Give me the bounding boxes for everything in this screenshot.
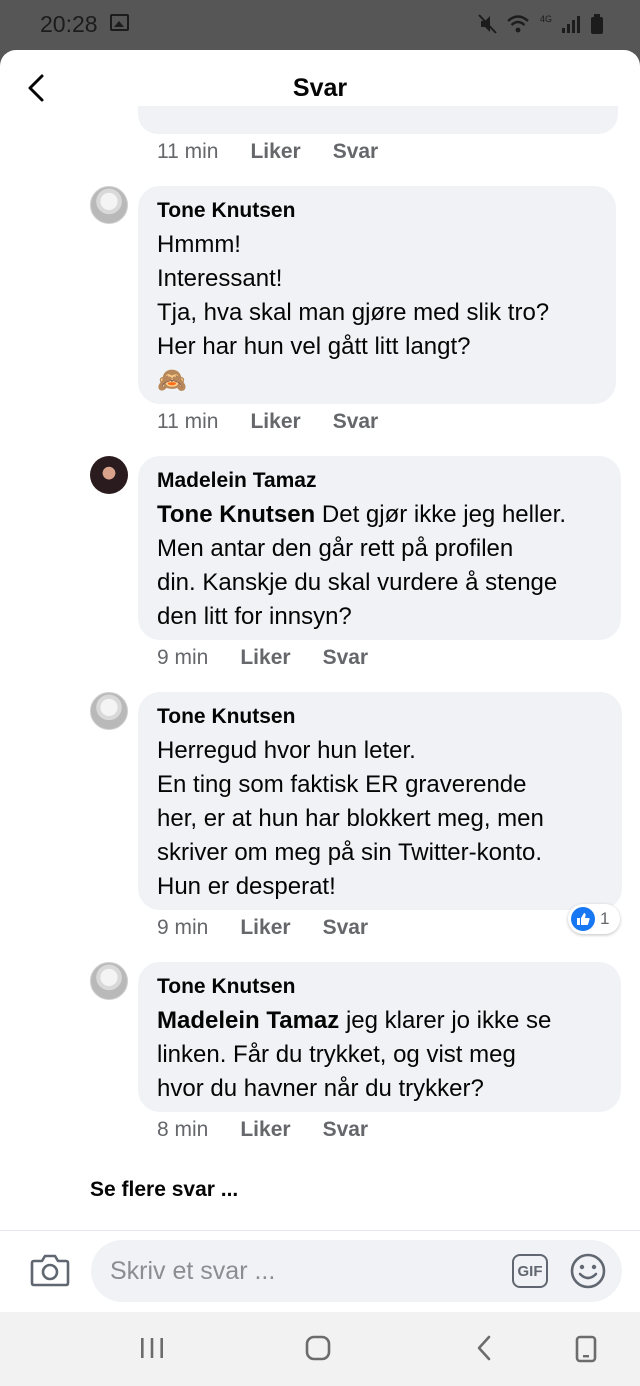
like-button[interactable]: Liker xyxy=(240,646,290,670)
comment-meta: 11 min Liker Svar xyxy=(157,410,378,434)
reply-button[interactable]: Svar xyxy=(323,916,369,940)
comment-author[interactable]: Tone Knutsen xyxy=(157,198,598,224)
avatar[interactable] xyxy=(90,962,128,1000)
reaction-count: 1 xyxy=(600,909,610,928)
comment-mention[interactable]: Tone Knutsen xyxy=(157,501,315,528)
camera-icon[interactable] xyxy=(30,1252,70,1293)
reply-button[interactable]: Svar xyxy=(323,1118,369,1142)
smiley-icon[interactable] xyxy=(569,1252,607,1295)
see-more-replies-link[interactable]: Se flere svar ... xyxy=(90,1178,238,1202)
status-icons: 4G xyxy=(478,13,604,35)
comment-text: Herregud hvor hun leter. En ting som fak… xyxy=(157,734,604,904)
comment-meta: 9 min Liker Svar xyxy=(157,916,368,940)
status-bar: 20:28 4G xyxy=(0,0,640,50)
reply-composer: Skriv et svar ... GIF xyxy=(0,1232,640,1312)
back-icon[interactable] xyxy=(474,1334,494,1367)
comment-time: 11 min xyxy=(157,140,219,163)
like-button[interactable]: Liker xyxy=(250,140,300,164)
previous-comment-meta: 11 min Liker Svar xyxy=(157,140,378,164)
home-icon[interactable] xyxy=(304,1334,332,1367)
reply-button[interactable]: Svar xyxy=(333,410,379,434)
image-icon xyxy=(110,14,129,31)
battery-icon xyxy=(591,14,603,34)
avatar[interactable] xyxy=(90,456,128,494)
reaction-badge[interactable]: 1 xyxy=(568,904,620,934)
comment-body: Herregud hvor hun leter. En ting som fak… xyxy=(157,737,544,900)
comment-time: 9 min xyxy=(157,646,209,669)
comment-meta: 8 min Liker Svar xyxy=(157,1118,368,1142)
comment-body: Hmmm! Interessant! Tja, hva skal man gjø… xyxy=(157,231,550,394)
like-button[interactable]: Liker xyxy=(240,1118,290,1142)
previous-comment-bubble xyxy=(138,106,618,134)
comment-bubble: Tone Knutsen Hmmm! Interessant! Tja, hva… xyxy=(138,186,616,404)
wifi-icon xyxy=(507,15,529,33)
comment-author[interactable]: Madelein Tamaz xyxy=(157,468,603,494)
signal-icon: 4G xyxy=(540,14,580,33)
status-time: 20:28 xyxy=(40,11,98,37)
comment-text: Tone Knutsen Det gjør ikke jeg heller. M… xyxy=(157,498,603,634)
comment-time: 9 min xyxy=(157,916,209,939)
mute-icon xyxy=(478,14,497,34)
rotate-icon[interactable] xyxy=(574,1334,598,1369)
composer-divider xyxy=(0,1230,640,1231)
replies-sheet: Svar 11 min Liker Svar Tone Knutsen Hmmm… xyxy=(0,50,640,1312)
like-button[interactable]: Liker xyxy=(240,916,290,940)
system-nav-bar xyxy=(0,1312,640,1386)
reply-button[interactable]: Svar xyxy=(333,140,379,164)
comment-bubble: Tone Knutsen Madelein Tamaz jeg klarer j… xyxy=(138,962,621,1112)
comment-bubble: Tone Knutsen Herregud hvor hun leter. En… xyxy=(138,692,622,910)
comment-bubble: Madelein Tamaz Tone Knutsen Det gjør ikk… xyxy=(138,456,621,640)
comment-meta: 9 min Liker Svar xyxy=(157,646,368,670)
comment-author[interactable]: Tone Knutsen xyxy=(157,704,604,730)
gif-button[interactable]: GIF xyxy=(512,1254,548,1288)
page-title: Svar xyxy=(292,74,348,102)
comment-time: 11 min xyxy=(157,410,219,433)
avatar[interactable] xyxy=(90,186,128,224)
comment-text: Madelein Tamaz jeg klarer jo ikke se lin… xyxy=(157,1004,603,1106)
comment-author[interactable]: Tone Knutsen xyxy=(157,974,603,1000)
network-label: 4G xyxy=(540,14,552,24)
recent-apps-icon[interactable] xyxy=(139,1334,165,1367)
avatar[interactable] xyxy=(90,692,128,730)
comment-time: 8 min xyxy=(157,1118,209,1141)
reply-button[interactable]: Svar xyxy=(323,646,369,670)
thumbs-up-icon xyxy=(571,907,595,931)
comment-mention[interactable]: Madelein Tamaz xyxy=(157,1007,339,1034)
comment-text: Hmmm! Interessant! Tja, hva skal man gjø… xyxy=(157,228,598,398)
like-button[interactable]: Liker xyxy=(250,410,300,434)
